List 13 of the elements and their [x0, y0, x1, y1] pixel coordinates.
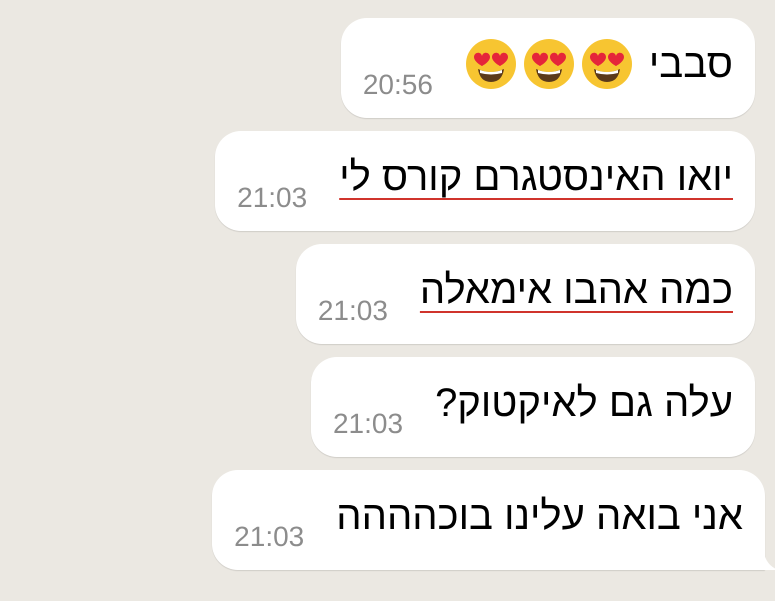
message-text: עלה גם לאיקטוק? [435, 380, 733, 427]
message-text: אני בואה עלינו בוכהההה [336, 493, 743, 540]
message-time: 21:03 [237, 181, 308, 215]
message-time: 21:03 [318, 294, 388, 328]
message-text: סבבי [648, 41, 733, 88]
message-time: 21:03 [234, 520, 304, 554]
heart-eyes-emoji-icon [464, 38, 517, 90]
message-text: כמה אהבו אימאלה [420, 267, 733, 314]
message-time: 20:56 [362, 68, 433, 102]
message-text: יואו האינסטגרם קורס לי [339, 154, 733, 201]
message-time: 21:03 [332, 407, 404, 441]
heart-eyes-emoji-icon [522, 38, 575, 90]
heart-eyes-emoji-icon [580, 38, 633, 90]
